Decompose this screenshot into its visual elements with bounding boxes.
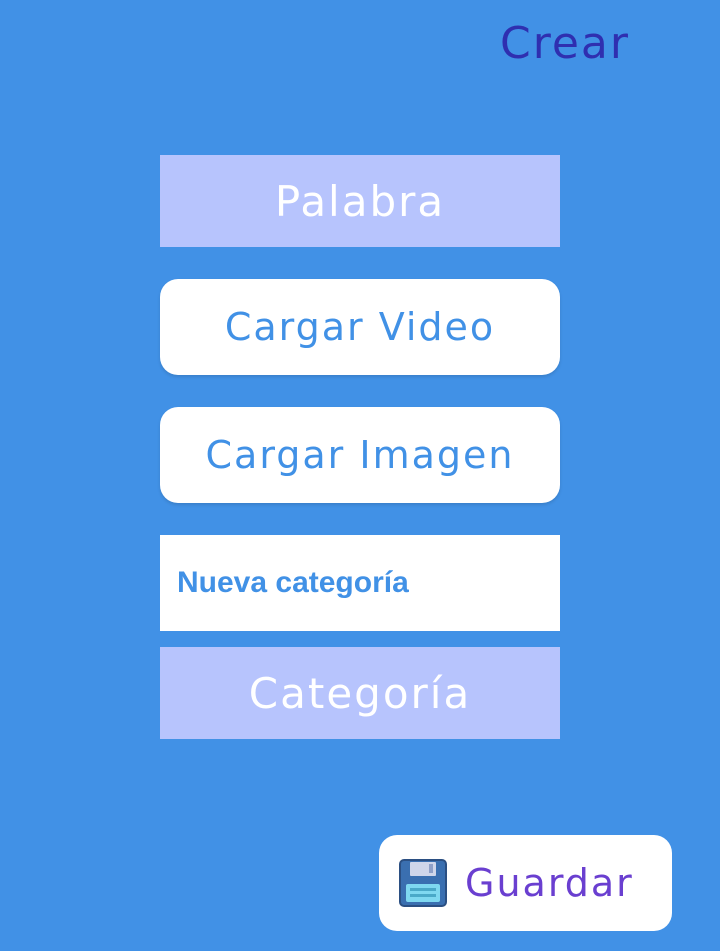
floppy-disk-icon xyxy=(399,859,447,907)
new-category-value: Nueva categoría xyxy=(177,566,409,599)
category-field[interactable]: Categoría xyxy=(160,647,560,739)
upload-image-button[interactable]: Cargar Imagen xyxy=(160,407,560,503)
upload-video-button[interactable]: Cargar Video xyxy=(160,279,560,375)
new-category-input[interactable]: Nueva categoría xyxy=(160,535,560,631)
create-screen: Crear Palabra Cargar Video Cargar Imagen… xyxy=(0,0,720,951)
word-field[interactable]: Palabra xyxy=(160,155,560,247)
page-title: Crear xyxy=(500,18,630,69)
save-button-label: Guardar xyxy=(465,861,634,905)
save-button[interactable]: Guardar xyxy=(379,835,672,931)
